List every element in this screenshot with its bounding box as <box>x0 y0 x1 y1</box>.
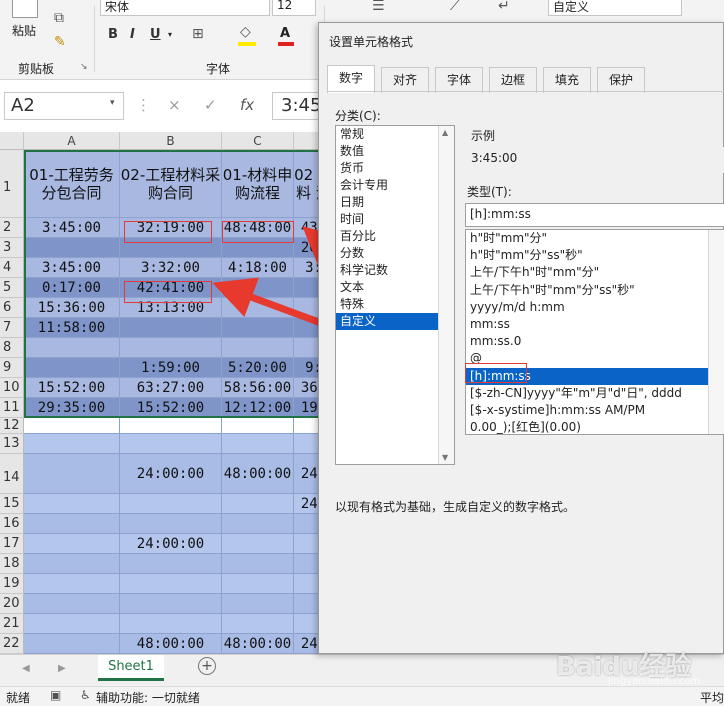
category-item[interactable]: 特殊 <box>336 296 454 313</box>
category-item[interactable]: 百分比 <box>336 228 454 245</box>
format-description: 以现有格式为基础，生成自定义的数字格式。 <box>335 500 576 514</box>
category-item[interactable]: 自定义 <box>336 313 454 330</box>
type-item[interactable]: mm:ss <box>466 316 724 333</box>
category-item[interactable]: 数值 <box>336 143 454 160</box>
type-input[interactable]: [h]:mm:ss <box>465 203 724 227</box>
category-item[interactable]: 分数 <box>336 245 454 262</box>
type-item[interactable]: [$-x-systime]h:mm:ss AM/PM <box>466 402 724 419</box>
tab-1[interactable]: 数字 <box>327 65 375 93</box>
type-item[interactable]: h"时"mm"分"ss"秒" <box>466 247 724 264</box>
type-item[interactable]: [$-zh-CN]yyyy"年"m"月"d"日", dddd <box>466 385 724 402</box>
sample-value: 3:45:00 <box>467 147 724 173</box>
category-label: 分类(C): <box>335 109 381 123</box>
type-item[interactable]: 上午/下午h"时"mm"分" <box>466 264 724 281</box>
type-item[interactable]: mm:ss.0 <box>466 333 724 350</box>
category-item[interactable]: 日期 <box>336 194 454 211</box>
category-item[interactable]: 文本 <box>336 279 454 296</box>
category-item[interactable]: 时间 <box>336 211 454 228</box>
dialog-title: 设置单元格格式 <box>329 35 414 49</box>
tab-4[interactable]: 边框 <box>489 67 537 93</box>
tab-2[interactable]: 对齐 <box>381 67 429 93</box>
category-item[interactable]: 货币 <box>336 160 454 177</box>
category-scrollbar[interactable]: ▲ ▼ <box>438 126 454 464</box>
type-label: 类型(T): <box>467 185 512 199</box>
category-list[interactable]: 常规 数值 货币 会计专用 日期 时间 百分比 分数 科学记数 文本 特殊 自定义 ▲ ▼ <box>335 125 455 465</box>
highlight-box-type <box>465 363 527 383</box>
tab-3[interactable]: 字体 <box>435 67 483 93</box>
category-item[interactable]: 科学记数 <box>336 262 454 279</box>
type-list[interactable]: h"时"mm"分" h"时"mm"分"ss"秒" 上午/下午h"时"mm"分" 上午/… <box>465 229 724 435</box>
watermark-url: jingyan.baidu.com <box>608 676 701 687</box>
category-item[interactable]: 会计专用 <box>336 177 454 194</box>
type-item[interactable]: 0.00_);[红色](0.00) <box>466 419 724 434</box>
scroll-down-icon[interactable]: ▼ <box>442 453 448 462</box>
tab-6[interactable]: 保护 <box>597 67 645 93</box>
type-item[interactable]: 上午/下午h"时"mm"分"ss"秒" <box>466 282 724 299</box>
sample-label: 示例 <box>471 129 496 143</box>
tab-5[interactable]: 填充 <box>543 67 591 93</box>
category-item[interactable]: 常规 <box>336 126 454 143</box>
format-cells-dialog: 设置单元格格式 数字 对齐 字体 边框 填充 保护 分类(C): 常规 数值 货币 会计专用 日期… <box>318 22 724 654</box>
type-item[interactable]: yyyy/m/d h:mm <box>466 299 724 316</box>
type-item[interactable]: h"时"mm"分" <box>466 230 724 247</box>
scroll-up-icon[interactable]: ▲ <box>442 128 448 137</box>
type-scrollbar[interactable] <box>708 230 724 434</box>
